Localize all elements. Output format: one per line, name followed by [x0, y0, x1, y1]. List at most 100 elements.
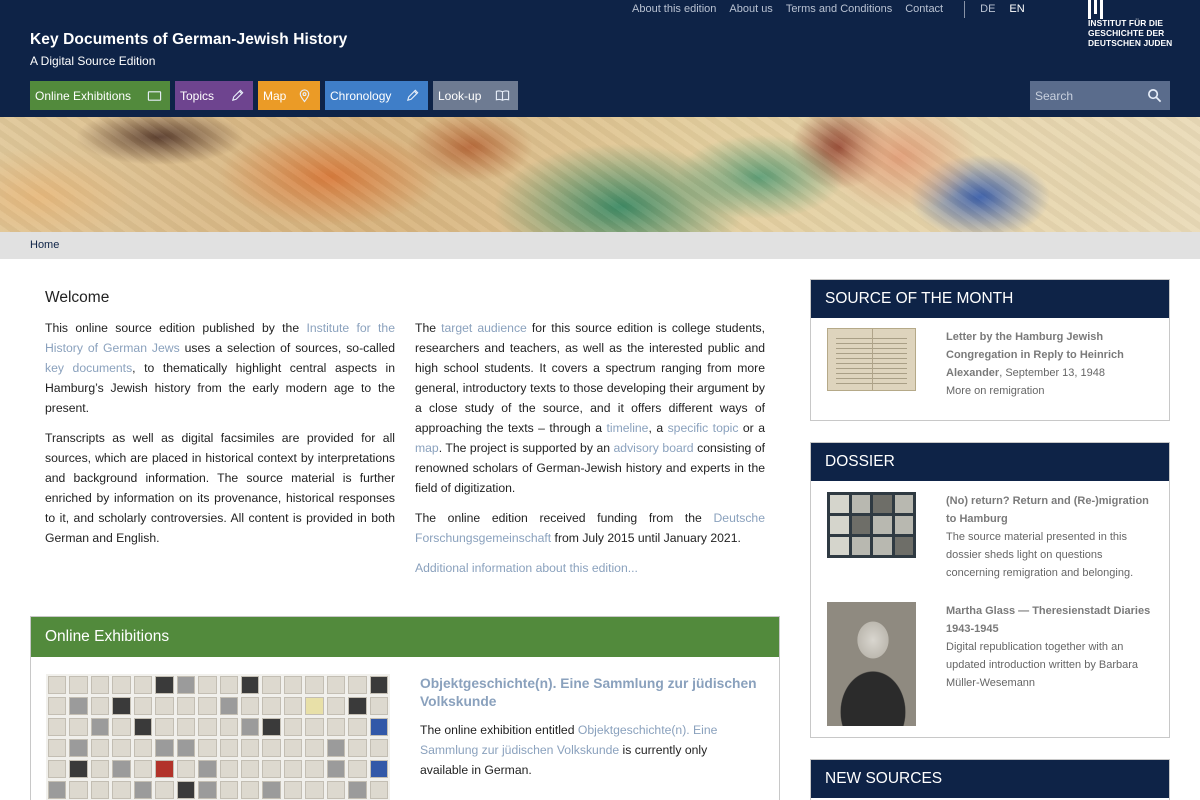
paragraph: This online source edition published by …: [45, 318, 395, 418]
contact-link[interactable]: Contact: [905, 3, 943, 15]
collage-tile: [369, 718, 388, 736]
timeline-link[interactable]: timeline: [606, 421, 648, 435]
dossier-title-link[interactable]: Martha Glass — Theresienstadt Diaries 19…: [946, 602, 1156, 638]
collage-tile: [262, 718, 281, 736]
collage-tile: [369, 781, 388, 799]
site-title[interactable]: Key Documents of German-Jewish History: [30, 31, 347, 49]
collage-tile: [69, 781, 88, 799]
dossier-thumbnail[interactable]: [827, 492, 916, 558]
nav-topics[interactable]: Topics: [175, 81, 253, 110]
text: This online source edition published by …: [45, 321, 307, 335]
welcome-column-1: This online source edition published by …: [45, 318, 395, 558]
paragraph: Transcripts as well as digital facsimile…: [45, 431, 395, 545]
collage-tile: [305, 781, 324, 799]
text: for this source edition is college stude…: [415, 321, 765, 435]
map-link[interactable]: map: [415, 441, 439, 455]
collage-tile: [283, 697, 303, 715]
about-edition-link[interactable]: About this edition: [632, 3, 716, 15]
collage-tile: [283, 718, 303, 736]
additional-info-link[interactable]: Additional information about this editio…: [415, 561, 638, 575]
nav-map[interactable]: Map: [258, 81, 320, 110]
online-exhibitions-heading[interactable]: Online Exhibitions: [31, 617, 779, 657]
dossier-description: Digital republication together with an u…: [946, 641, 1139, 689]
about-us-link[interactable]: About us: [729, 3, 772, 15]
collage-tile: [326, 676, 346, 694]
portrait-thumbnail[interactable]: [827, 602, 916, 726]
collage-tile: [176, 739, 196, 757]
exhibition-title-link[interactable]: Objektgeschichte(n). Eine Sammlung zur j…: [420, 675, 760, 711]
collage-tile: [326, 718, 346, 736]
breadcrumb: Home: [0, 232, 1200, 259]
institute-logo[interactable]: INSTITUT FÜR DIE GESCHICHTE DER DEUTSCHE…: [1088, 0, 1172, 50]
collage-tile: [155, 760, 174, 778]
collage-tile: [198, 697, 217, 715]
paragraph: The online edition received funding from…: [415, 508, 765, 548]
collage-tile: [262, 739, 281, 757]
search-input[interactable]: [1030, 81, 1138, 110]
collage-tile: [369, 697, 388, 715]
collage-tile: [69, 676, 88, 694]
collage-tile: [240, 718, 260, 736]
source-of-month-heading: Source of the Month: [811, 280, 1169, 318]
logo-line: INSTITUT FÜR DIE: [1088, 18, 1164, 28]
text: from July 2015 until January 2021.: [551, 531, 741, 545]
search-box: [1030, 81, 1170, 110]
source-thumbnail[interactable]: [827, 328, 916, 391]
breadcrumb-home[interactable]: Home: [30, 239, 59, 251]
collage-tile: [90, 739, 110, 757]
exhibition-collage-image[interactable]: [46, 674, 390, 800]
nav-look-up[interactable]: Look-up: [433, 81, 518, 110]
collage-tile: [69, 739, 88, 757]
collage-tile: [326, 739, 346, 757]
new-sources-box: New Sources: [810, 759, 1170, 800]
text: The online edition received funding from…: [415, 511, 714, 525]
key-documents-link[interactable]: key documents: [45, 361, 132, 375]
collage-tile: [90, 676, 110, 694]
collage-tile: [326, 781, 346, 799]
source-of-the-month-box: Source of the Month Letter by the Hambur…: [810, 279, 1170, 421]
collage-tile: [348, 676, 367, 694]
text: , a: [648, 421, 668, 435]
collage-tile: [112, 760, 131, 778]
nav-online-exhibitions[interactable]: Online Exhibitions: [30, 81, 170, 110]
dossier-item: Martha Glass — Theresienstadt Diaries 19…: [946, 602, 1156, 692]
dossier-title-link[interactable]: (No) return? Return and (Re-)migration t…: [946, 492, 1156, 528]
collage-tile: [283, 781, 303, 799]
language-de[interactable]: DE: [980, 3, 995, 15]
collage-tile: [48, 676, 67, 694]
text: The: [415, 321, 442, 335]
exhibition-icon: [147, 88, 162, 103]
logo-mark-icon: [1088, 0, 1103, 19]
collage-tile: [369, 739, 388, 757]
collage-tile: [219, 739, 238, 757]
nav-label: Look-up: [438, 88, 482, 103]
collage-tile: [219, 676, 238, 694]
collage-tile: [155, 697, 174, 715]
dossier-item: (No) return? Return and (Re-)migration t…: [946, 492, 1156, 582]
site-subtitle: A Digital Source Edition: [30, 54, 156, 68]
target-audience-link[interactable]: target audience: [441, 321, 527, 335]
main-nav: Online Exhibitions Topics Map Chronology…: [30, 81, 523, 110]
online-exhibitions-box: Online Exhibitions Objektgeschichte(n). …: [30, 616, 780, 800]
collage-tile: [90, 781, 110, 799]
collage-tile: [219, 781, 238, 799]
text: uses a selection of sources, so-called: [179, 341, 395, 355]
collage-tile: [112, 697, 131, 715]
site-header: About this edition About us Terms and Co…: [0, 0, 1200, 117]
specific-topic-link[interactable]: specific topic: [668, 421, 739, 435]
collage-tile: [348, 697, 367, 715]
nav-chronology[interactable]: Chronology: [325, 81, 428, 110]
terms-link[interactable]: Terms and Conditions: [786, 3, 892, 15]
paragraph: The target audience for this source edit…: [415, 318, 765, 498]
collage-tile: [262, 760, 281, 778]
logo-line: DEUTSCHEN JUDEN: [1088, 38, 1173, 48]
more-on-remigration-link[interactable]: More on remigration: [946, 385, 1044, 397]
top-links: About this edition About us Terms and Co…: [632, 0, 1039, 18]
collage-tile: [133, 676, 153, 694]
advisory-board-link[interactable]: advisory board: [614, 441, 694, 455]
collage-tile: [69, 697, 88, 715]
collage-tile: [326, 760, 346, 778]
nav-label: Online Exhibitions: [35, 88, 132, 103]
search-icon[interactable]: [1138, 81, 1170, 110]
language-en[interactable]: EN: [1009, 3, 1024, 15]
